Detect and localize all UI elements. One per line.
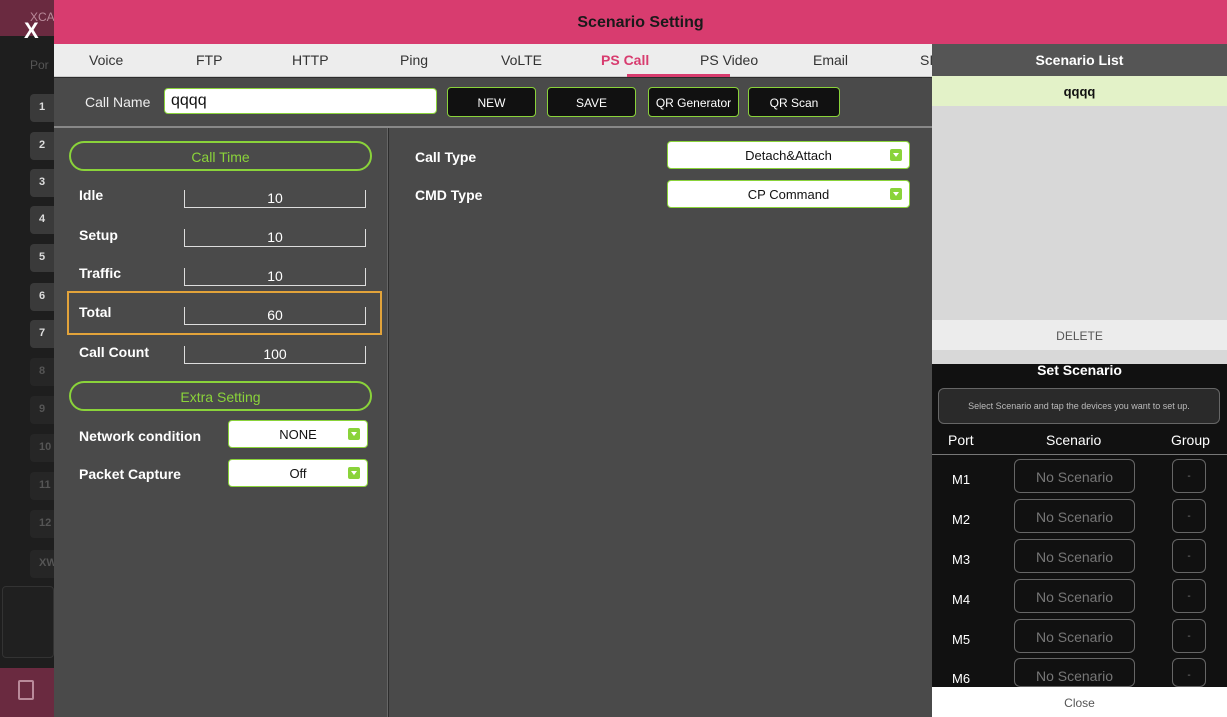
cmd-type-dropdown[interactable]: CP Command	[667, 180, 910, 208]
save-button[interactable]: SAVE	[547, 87, 636, 117]
scenario-select-m2[interactable]: No Scenario	[1014, 499, 1135, 533]
tab-ping[interactable]: Ping	[400, 52, 428, 68]
group-select-m5[interactable]: -	[1172, 619, 1206, 653]
chevron-down-icon	[890, 149, 902, 161]
chevron-down-icon	[348, 428, 360, 440]
idle-field[interactable]: 10	[184, 190, 366, 208]
call-type-dropdown[interactable]: Detach&Attach	[667, 141, 910, 169]
network-condition-label: Network condition	[79, 428, 202, 444]
call-time-section[interactable]: Call Time	[69, 141, 372, 171]
group-select-m6[interactable]: -	[1172, 658, 1206, 687]
tab-ps-call[interactable]: PS Call	[601, 52, 649, 68]
close-button[interactable]: Close	[932, 687, 1227, 717]
port-tab-8[interactable]: 8	[30, 358, 54, 386]
dialog-title: Scenario Setting	[577, 14, 704, 31]
tab-voice[interactable]: Voice	[89, 52, 123, 68]
port-m5-label: M5	[952, 632, 971, 647]
chevron-down-icon	[890, 188, 902, 200]
call-config-panel: Call Type Detach&Attach CMD Type CP Comm…	[389, 128, 932, 717]
settings-icon[interactable]	[18, 680, 34, 700]
port-tab-3[interactable]: 3	[30, 169, 54, 197]
network-condition-value: NONE	[279, 427, 317, 442]
packet-capture-value: Off	[289, 466, 307, 481]
title-bar: Scenario Setting	[54, 0, 1227, 44]
scenario-select-m1[interactable]: No Scenario	[1014, 459, 1135, 493]
port-header-label: Por	[30, 58, 49, 72]
call-type-value: Detach&Attach	[745, 148, 832, 163]
port-m4-label: M4	[952, 592, 971, 607]
total-field[interactable]: 60	[184, 307, 366, 325]
tab-http[interactable]: HTTP	[292, 52, 329, 68]
setup-field[interactable]: 10	[184, 229, 366, 247]
call-type-label: Call Type	[415, 149, 477, 165]
port-m2-label: M2	[952, 512, 971, 527]
qr-scan-button[interactable]: QR Scan	[748, 87, 840, 117]
chevron-down-icon	[348, 467, 360, 479]
group-select-m3[interactable]: -	[1172, 539, 1206, 573]
port-tab-11[interactable]: 11	[30, 472, 54, 500]
active-tab-indicator	[627, 74, 730, 77]
group-column-header: Group	[1171, 432, 1210, 448]
call-count-label: Call Count	[79, 344, 149, 360]
call-name-input[interactable]: qqqq	[164, 88, 437, 114]
scenario-select-m4[interactable]: No Scenario	[1014, 579, 1135, 613]
extra-setting-section[interactable]: Extra Setting	[69, 381, 372, 411]
port-tab-xw[interactable]: XW	[30, 550, 57, 578]
port-tab-1[interactable]: 1	[30, 94, 54, 122]
app-root: XCA Por 1 2 3 4 5 6 7 8 9 10 11 12 XW Sc…	[0, 0, 1227, 717]
port-column-header: Port	[948, 432, 974, 448]
port-tab-6[interactable]: 6	[30, 283, 54, 311]
port-tab-4[interactable]: 4	[30, 206, 54, 234]
packet-capture-dropdown[interactable]: Off	[228, 459, 368, 487]
port-tab-9[interactable]: 9	[30, 396, 54, 424]
scenario-column-header: Scenario	[1046, 432, 1102, 448]
setup-label: Setup	[79, 227, 118, 243]
port-m6-label: M6	[952, 671, 971, 686]
port-tab-12[interactable]: 12	[30, 510, 54, 538]
port-m3-label: M3	[952, 552, 971, 567]
group-select-m4[interactable]: -	[1172, 579, 1206, 613]
close-icon[interactable]: X	[24, 18, 39, 44]
port-tab-7[interactable]: 7	[30, 320, 54, 348]
call-time-panel: Call Time Idle 10 Setup 10 Traffic 10 To…	[54, 128, 388, 717]
call-name-row: Call Name qqqq NEW SAVE QR Generator QR …	[54, 78, 932, 128]
new-button[interactable]: NEW	[447, 87, 536, 117]
group-select-m2[interactable]: -	[1172, 499, 1206, 533]
scenario-side-panel: Scenario List qqqq DELETE Set Scenario S…	[932, 44, 1227, 717]
delete-button[interactable]: DELETE	[932, 320, 1227, 350]
qr-generator-button[interactable]: QR Generator	[648, 87, 739, 117]
scenario-select-m6[interactable]: No Scenario	[1014, 658, 1135, 687]
call-name-label: Call Name	[85, 94, 151, 110]
header-divider	[932, 454, 1227, 455]
traffic-label: Traffic	[79, 265, 122, 281]
traffic-field[interactable]: 10	[184, 268, 366, 286]
port-m1-label: M1	[952, 472, 971, 487]
idle-label: Idle	[79, 187, 104, 203]
background-panel	[2, 586, 54, 658]
call-count-field[interactable]: 100	[184, 346, 366, 364]
port-tab-2[interactable]: 2	[30, 132, 54, 160]
set-scenario-hint: Select Scenario and tap the devices you …	[938, 388, 1220, 424]
cmd-type-value: CP Command	[747, 187, 830, 202]
scenario-list-item[interactable]: qqqq	[932, 76, 1227, 106]
tab-bar: Voice FTP HTTP Ping VoLTE PS Call PS Vid…	[54, 44, 933, 77]
set-scenario-title: Set Scenario	[1037, 362, 1122, 378]
total-label: Total	[79, 304, 112, 320]
network-condition-dropdown[interactable]: NONE	[228, 420, 368, 448]
scenario-select-m5[interactable]: No Scenario	[1014, 619, 1135, 653]
port-tab-10[interactable]: 10	[30, 434, 54, 462]
port-tab-5[interactable]: 5	[30, 244, 54, 272]
tab-ftp[interactable]: FTP	[196, 52, 222, 68]
scenario-list-title: Scenario List	[932, 44, 1227, 76]
tab-ps-video[interactable]: PS Video	[700, 52, 758, 68]
scenario-select-m3[interactable]: No Scenario	[1014, 539, 1135, 573]
tab-volte[interactable]: VoLTE	[501, 52, 542, 68]
cmd-type-label: CMD Type	[415, 187, 483, 203]
tab-email[interactable]: Email	[813, 52, 848, 68]
group-select-m1[interactable]: -	[1172, 459, 1206, 493]
packet-capture-label: Packet Capture	[79, 466, 181, 482]
